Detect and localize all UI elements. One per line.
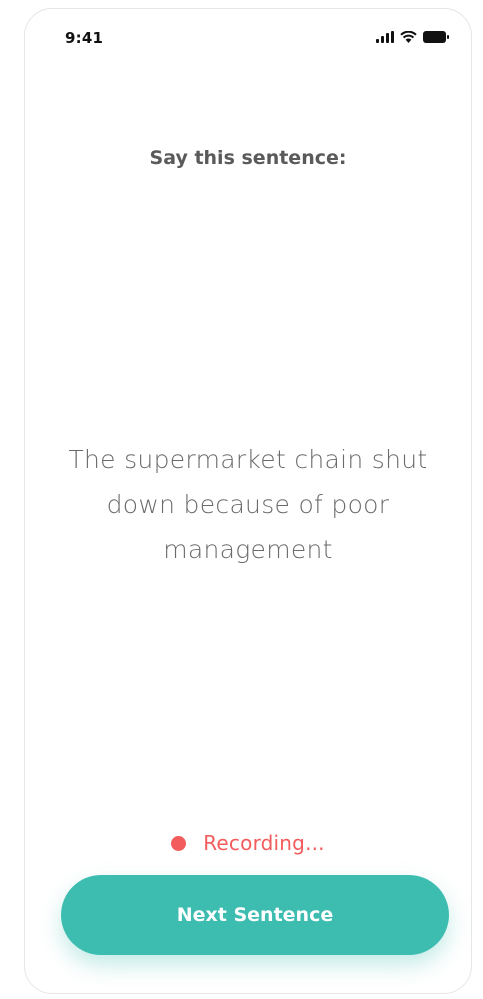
status-bar: 9:41 xyxy=(25,9,471,65)
wifi-icon xyxy=(400,31,417,43)
signal-icon xyxy=(376,31,394,43)
phone-screen: 9:41 Say this sentence: The supermarket … xyxy=(24,8,472,994)
next-sentence-button[interactable]: Next Sentence xyxy=(61,875,449,955)
status-time: 9:41 xyxy=(65,29,104,47)
prompt-title: Say this sentence: xyxy=(149,147,347,169)
recording-dot-icon xyxy=(171,835,187,851)
recording-indicator: Recording... xyxy=(25,831,471,855)
sentence-text: The supermarket chain shut down because … xyxy=(68,445,428,564)
status-icons xyxy=(376,29,449,45)
battery-icon xyxy=(423,31,449,43)
recording-label: Recording... xyxy=(203,831,325,855)
